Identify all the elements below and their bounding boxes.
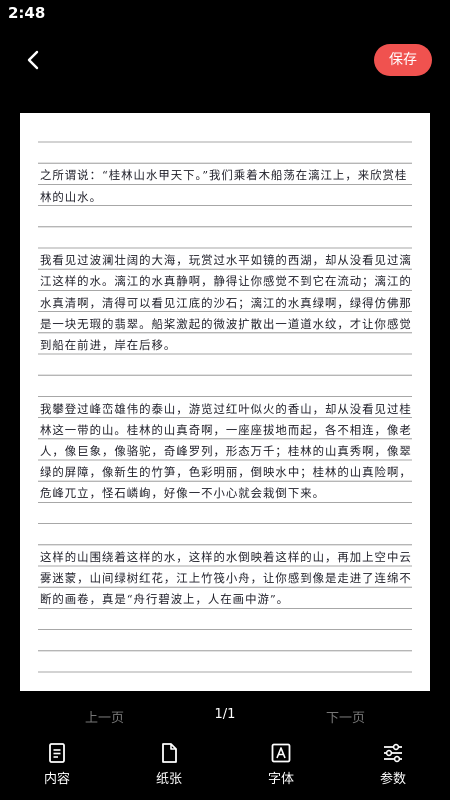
bottom-nav: 内容 纸张 字体 参数 [0, 736, 450, 800]
sliders-icon [384, 743, 402, 763]
handwriting-preview-paper: 之所谓说：“桂林山水甲天下。”我们乘着木船荡在漓江上，来欣赏桂林的山水。 我看见… [20, 113, 430, 691]
nav-paper-label: 纸张 [155, 772, 182, 787]
nav-params[interactable]: 参数 [348, 736, 438, 787]
page-indicator: 1/1 [214, 707, 236, 722]
back-button[interactable] [20, 46, 48, 74]
page-icon [162, 743, 177, 763]
nav-content[interactable]: 内容 [12, 736, 102, 787]
save-button[interactable]: 保存 [374, 44, 432, 76]
nav-paper[interactable]: 纸张 [124, 736, 214, 787]
status-time: 2:48 [8, 4, 46, 22]
pager: 上一页 1/1 下一页 [0, 705, 450, 729]
paragraph: 之所谓说：“桂林山水甲天下。”我们乘着木船荡在漓江上，来欣赏桂林的山水。 [40, 168, 408, 204]
nav-params-label: 参数 [379, 772, 406, 787]
paragraph: 我看见过波澜壮阔的大海，玩赏过水平如镜的西湖，却从没看见过漓江这样的水。漓江的水… [40, 253, 412, 353]
chevron-left-icon [27, 50, 39, 70]
document-icon [49, 743, 65, 763]
nav-font[interactable]: 字体 [236, 736, 326, 787]
font-icon [271, 743, 291, 763]
paragraph: 我攀登过峰峦雄伟的泰山，游览过红叶似火的香山，却从没看见过桂林这一带的山。桂林的… [40, 401, 412, 501]
nav-font-label: 字体 [267, 772, 294, 787]
top-bar: 保存 [0, 40, 450, 80]
paragraph: 这样的山围绕着这样的水，这样的水倒映着这样的山，再加上空中云雾迷蒙，山间绿树红花… [40, 550, 412, 607]
handwriting-text: 之所谓说：“桂林山水甲天下。”我们乘着木船荡在漓江上，来欣赏桂林的山水。 我看见… [40, 123, 412, 653]
status-bar: 2:48 [0, 0, 450, 26]
next-page-button[interactable]: 下一页 [326, 707, 365, 726]
nav-content-label: 内容 [43, 772, 70, 787]
